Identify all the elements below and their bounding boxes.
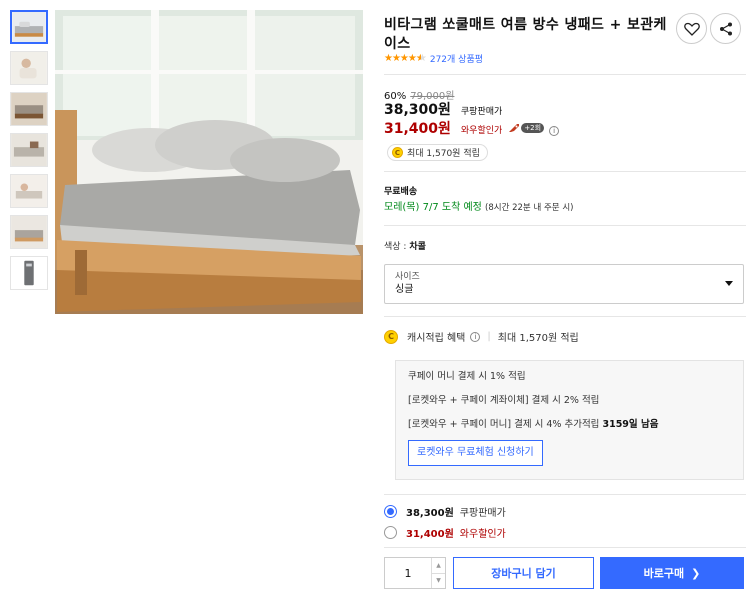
price-option-wow[interactable]: 31,400원 와우할인가 [384, 525, 506, 540]
coupang-price: 38,300원 [384, 102, 451, 118]
coupang-price-label: 쿠팡판매가 [460, 107, 503, 117]
benefit-line-1: 쿠페이 머니 결제 시 1% 적립 [408, 371, 526, 382]
review-count-link[interactable]: 272개 상품평 [430, 52, 483, 65]
info-icon[interactable]: i [470, 331, 481, 342]
divider [384, 494, 746, 495]
share-button[interactable] [710, 13, 741, 44]
rocket-wow-trial-button[interactable]: 로켓와우 무료체험 신청하기 [408, 440, 543, 466]
benefit-line-2: [로켓와우 + 쿠페이 계좌이체] 결제 시 2% 적립 [408, 395, 600, 406]
radio-selected[interactable] [384, 505, 397, 518]
buy-now-label: 바로구매 [643, 567, 685, 580]
option-price: 31,400원 [406, 529, 454, 540]
info-icon[interactable]: i [549, 126, 560, 136]
coin-icon: C [384, 329, 398, 344]
size-select[interactable]: 사이즈 싱글 [384, 264, 744, 304]
caret-down-icon [725, 281, 733, 286]
thumbnail-5[interactable] [10, 174, 48, 208]
option-price: 38,300원 [406, 508, 454, 519]
quantity-input[interactable] [385, 558, 431, 588]
arrival-suffix: 도착 예정 [441, 202, 482, 213]
order-deadline-note: (8시간 22분 내 주문 시) [485, 203, 574, 213]
benefit-line-3: [로켓와우 + 쿠페이 머니] 결제 시 4% 추가적립 3159일 남음 [408, 419, 731, 431]
coupang-price-row: 38,300원 쿠팡판매가 [384, 99, 502, 119]
separator: | [487, 331, 491, 342]
divider [384, 171, 746, 172]
increase-quantity-button[interactable]: ▲ [432, 558, 445, 573]
cash-benefit-max: 최대 1,570원 적립 [497, 333, 579, 344]
quantity-steps: ▲ ▼ [431, 558, 445, 588]
thumbnail-2[interactable] [10, 51, 48, 85]
thumbnail-list [10, 10, 48, 297]
main-product-image [55, 10, 363, 314]
color-value: 차콜 [409, 242, 426, 252]
wishlist-button[interactable] [676, 13, 707, 44]
divider [384, 316, 746, 317]
cash-reward-text: 최대 1,570원 적립 [407, 149, 480, 159]
share-icon [719, 22, 732, 35]
price-option-coupang[interactable]: 38,300원 쿠팡판매가 [384, 504, 506, 519]
color-option: 색상 : 차콜 [384, 239, 426, 252]
divider [384, 225, 746, 226]
delivery-estimate: 모레(목) 7/7 도착 예정 (8시간 22분 내 주문 시) [384, 198, 573, 213]
rating-stars: ★★★★★★ [384, 53, 426, 64]
option-label: 와우할인가 [459, 529, 506, 540]
wow-price-label: 와우할인가 [460, 126, 503, 136]
quantity-stepper: ▲ ▼ [384, 557, 446, 589]
rating-row: ★★★★★★ 272개 상품평 [384, 52, 483, 65]
product-title: 비타그램 쏘쿨매트 여름 방수 냉패드 + 보관케이스 [384, 17, 667, 52]
color-label: 색상 : [384, 242, 407, 252]
benefit-days-left: 3159일 남음 [602, 419, 659, 430]
chevron-right-icon: ❯ [691, 566, 701, 580]
rocket-badge: +2회 [508, 123, 545, 133]
thumbnail-4[interactable] [10, 133, 48, 167]
cash-reward-badge: C 최대 1,570원 적립 [387, 144, 488, 161]
coin-icon: C [392, 147, 403, 158]
size-label: 사이즈 [395, 272, 420, 282]
divider [384, 547, 746, 548]
arrival-date: 모레(목) 7/7 [384, 202, 439, 213]
thumbnail-1[interactable] [10, 10, 48, 44]
wow-price: 31,400원 [384, 121, 451, 137]
rocket-icon [509, 124, 520, 132]
benefit-line-3-text: [로켓와우 + 쿠페이 머니] 결제 시 4% 추가적립 [408, 419, 600, 430]
buy-now-button[interactable]: 바로구매 ❯ [600, 557, 744, 589]
thumbnail-3[interactable] [10, 92, 48, 126]
cash-benefit-row: C 캐시적립 혜택 i | 최대 1,570원 적립 [384, 329, 579, 344]
size-value: 싱글 [395, 284, 414, 295]
option-label: 쿠팡판매가 [459, 508, 506, 519]
decrease-quantity-button[interactable]: ▼ [432, 572, 445, 589]
divider [384, 74, 746, 75]
thumbnail-7[interactable] [10, 256, 48, 290]
add-to-cart-button[interactable]: 장바구니 담기 [453, 557, 594, 589]
shipping-label: 무료배송 [384, 187, 418, 197]
wow-price-row: 31,400원 와우할인가 +2회 i [384, 118, 560, 138]
rocket-count: +2회 [521, 123, 545, 133]
radio-unselected[interactable] [384, 526, 397, 539]
heart-icon [683, 22, 700, 36]
benefit-details-box: 쿠페이 머니 결제 시 1% 적립 [로켓와우 + 쿠페이 계좌이체] 결제 시… [395, 360, 744, 480]
cash-benefit-label: 캐시적립 혜택 [407, 333, 466, 344]
thumbnail-6[interactable] [10, 215, 48, 249]
